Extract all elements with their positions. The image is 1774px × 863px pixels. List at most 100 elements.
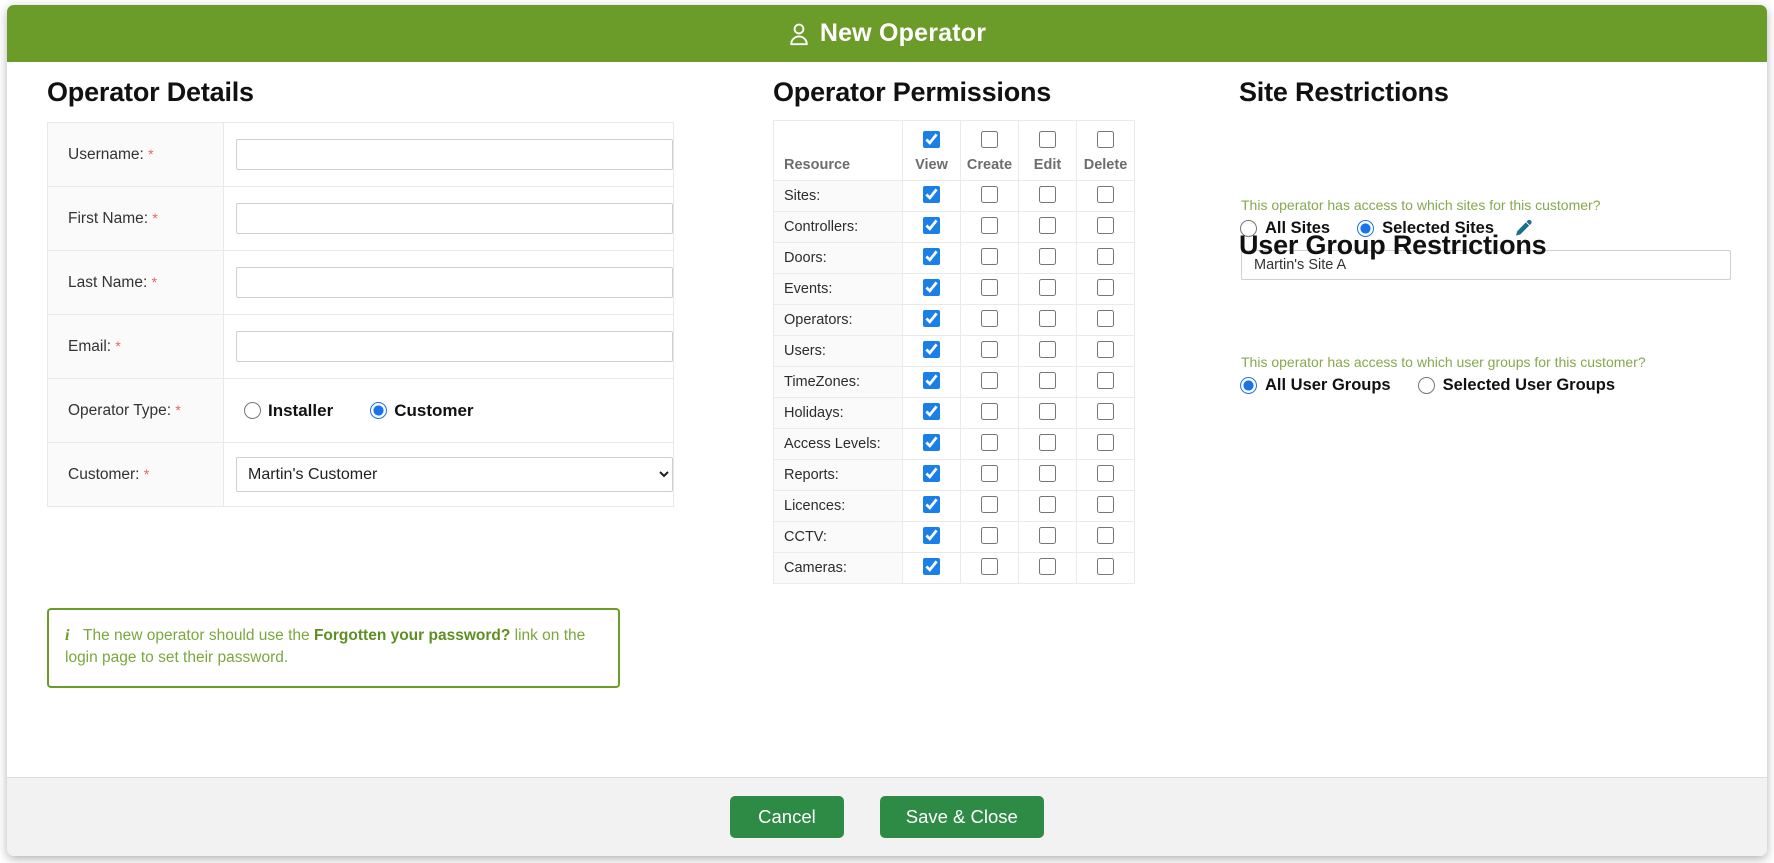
permission-cell-edit: [1018, 304, 1077, 336]
dialog-title: New Operator: [819, 19, 987, 47]
user-group-restrictions-hint: This operator has access to which user g…: [1241, 354, 1646, 370]
select-all-delete-checkbox[interactable]: [1097, 131, 1114, 148]
table-row: Customer: * Martin's Customer: [47, 442, 674, 507]
permission-resource-label: Doors:: [773, 242, 903, 274]
permission-cell-edit: [1018, 490, 1077, 522]
email-input[interactable]: [236, 331, 673, 362]
last-name-label: Last Name: *: [47, 250, 224, 315]
permission-checkbox-create[interactable]: [981, 433, 998, 451]
permission-checkbox-view[interactable]: [923, 340, 940, 358]
column-header-create: Create: [960, 120, 1019, 181]
permission-checkbox-delete[interactable]: [1097, 557, 1114, 575]
last-name-input[interactable]: [236, 267, 673, 298]
dialog-titlebar: New Operator: [7, 5, 1767, 62]
permission-checkbox-delete[interactable]: [1097, 185, 1114, 203]
permission-checkbox-delete[interactable]: [1097, 464, 1114, 482]
user-group-option-selected[interactable]: Selected User Groups: [1417, 376, 1615, 395]
permission-checkbox-create[interactable]: [981, 371, 998, 389]
permission-checkbox-edit[interactable]: [1039, 433, 1056, 451]
permission-checkbox-view[interactable]: [923, 185, 940, 203]
permission-checkbox-view[interactable]: [923, 309, 940, 327]
permission-checkbox-edit[interactable]: [1039, 340, 1056, 358]
permission-checkbox-edit[interactable]: [1039, 526, 1056, 544]
permission-checkbox-edit[interactable]: [1039, 464, 1056, 482]
permission-checkbox-create[interactable]: [981, 495, 998, 513]
user-group-radio-selected[interactable]: [1417, 377, 1435, 394]
permission-checkbox-edit[interactable]: [1039, 185, 1056, 203]
permission-checkbox-create[interactable]: [981, 557, 998, 575]
permission-checkbox-edit[interactable]: [1039, 216, 1056, 234]
permissions-body: Sites: Controllers: Doors: Events: Operators…: [773, 180, 1135, 584]
required-marker: *: [143, 465, 150, 482]
permission-checkbox-delete[interactable]: [1097, 433, 1114, 451]
permission-checkbox-view[interactable]: [923, 278, 940, 296]
permission-resource-label: TimeZones:: [773, 366, 903, 398]
table-row: Email: *: [47, 314, 674, 379]
permission-checkbox-view[interactable]: [923, 557, 940, 575]
permission-checkbox-edit[interactable]: [1039, 371, 1056, 389]
permission-checkbox-view[interactable]: [923, 495, 940, 513]
select-all-view-checkbox[interactable]: [923, 131, 940, 148]
permission-cell-delete: [1076, 521, 1135, 553]
operator-type-option-customer[interactable]: Customer: [370, 401, 474, 421]
permission-checkbox-view[interactable]: [923, 402, 940, 420]
permission-checkbox-view[interactable]: [923, 216, 940, 234]
permission-checkbox-edit[interactable]: [1039, 557, 1056, 575]
permission-checkbox-create[interactable]: [981, 464, 998, 482]
permission-cell-create: [960, 490, 1019, 522]
permission-checkbox-view[interactable]: [923, 371, 940, 389]
permission-checkbox-create[interactable]: [981, 526, 998, 544]
permission-resource-label: Licences:: [773, 490, 903, 522]
permission-checkbox-view[interactable]: [923, 433, 940, 451]
cancel-button[interactable]: Cancel: [730, 796, 844, 838]
permission-checkbox-edit[interactable]: [1039, 495, 1056, 513]
permission-checkbox-delete[interactable]: [1097, 247, 1114, 265]
permission-checkbox-create[interactable]: [981, 216, 998, 234]
permission-resource-label: Sites:: [773, 180, 903, 212]
select-all-create-checkbox[interactable]: [981, 131, 998, 148]
callout-text-before: The new operator should use the: [83, 627, 314, 644]
column-header-edit: Edit: [1018, 120, 1077, 181]
permission-checkbox-delete[interactable]: [1097, 495, 1114, 513]
operator-type-option-installer[interactable]: Installer: [244, 401, 333, 421]
permission-cell-delete: [1076, 211, 1135, 243]
select-all-edit-checkbox[interactable]: [1039, 131, 1056, 148]
permission-checkbox-edit[interactable]: [1039, 247, 1056, 265]
operator-type-radio-installer[interactable]: [244, 402, 261, 419]
table-row: Username: *: [47, 122, 674, 187]
save-and-close-button[interactable]: Save & Close: [879, 796, 1044, 838]
permission-checkbox-delete[interactable]: [1097, 371, 1114, 389]
permission-checkbox-view[interactable]: [923, 464, 940, 482]
permission-checkbox-view[interactable]: [923, 526, 940, 544]
last-name-label-text: Last Name:: [68, 273, 148, 291]
operator-type-radio-customer[interactable]: [370, 402, 388, 419]
permission-checkbox-create[interactable]: [981, 309, 998, 327]
username-input[interactable]: [236, 139, 673, 170]
first-name-input[interactable]: [236, 203, 673, 234]
permission-checkbox-create[interactable]: [981, 278, 998, 296]
permission-checkbox-delete[interactable]: [1097, 526, 1114, 544]
permission-checkbox-edit[interactable]: [1039, 278, 1056, 296]
permission-checkbox-create[interactable]: [981, 185, 998, 203]
permission-checkbox-delete[interactable]: [1097, 309, 1114, 327]
permission-checkbox-delete[interactable]: [1097, 216, 1114, 234]
permission-cell-delete: [1076, 366, 1135, 398]
customer-select[interactable]: Martin's Customer: [236, 457, 673, 492]
user-group-radio-all[interactable]: [1240, 377, 1257, 394]
permission-checkbox-delete[interactable]: [1097, 340, 1114, 358]
permission-checkbox-create[interactable]: [981, 247, 998, 265]
operator-type-installer-label: Installer: [268, 400, 334, 420]
permission-checkbox-edit[interactable]: [1039, 402, 1056, 420]
permission-checkbox-delete[interactable]: [1097, 402, 1114, 420]
permission-cell-view: [902, 366, 961, 398]
permission-checkbox-create[interactable]: [981, 340, 998, 358]
permission-resource-label: Users:: [773, 335, 903, 367]
permission-checkbox-create[interactable]: [981, 402, 998, 420]
operator-type-radio-group: Installer Customer: [236, 401, 673, 421]
permission-checkbox-delete[interactable]: [1097, 278, 1114, 296]
user-group-option-all-label: All User Groups: [1265, 376, 1391, 394]
user-group-option-all[interactable]: All User Groups: [1240, 376, 1391, 395]
permission-checkbox-view[interactable]: [923, 247, 940, 265]
permission-checkbox-edit[interactable]: [1039, 309, 1056, 327]
permission-cell-create: [960, 366, 1019, 398]
